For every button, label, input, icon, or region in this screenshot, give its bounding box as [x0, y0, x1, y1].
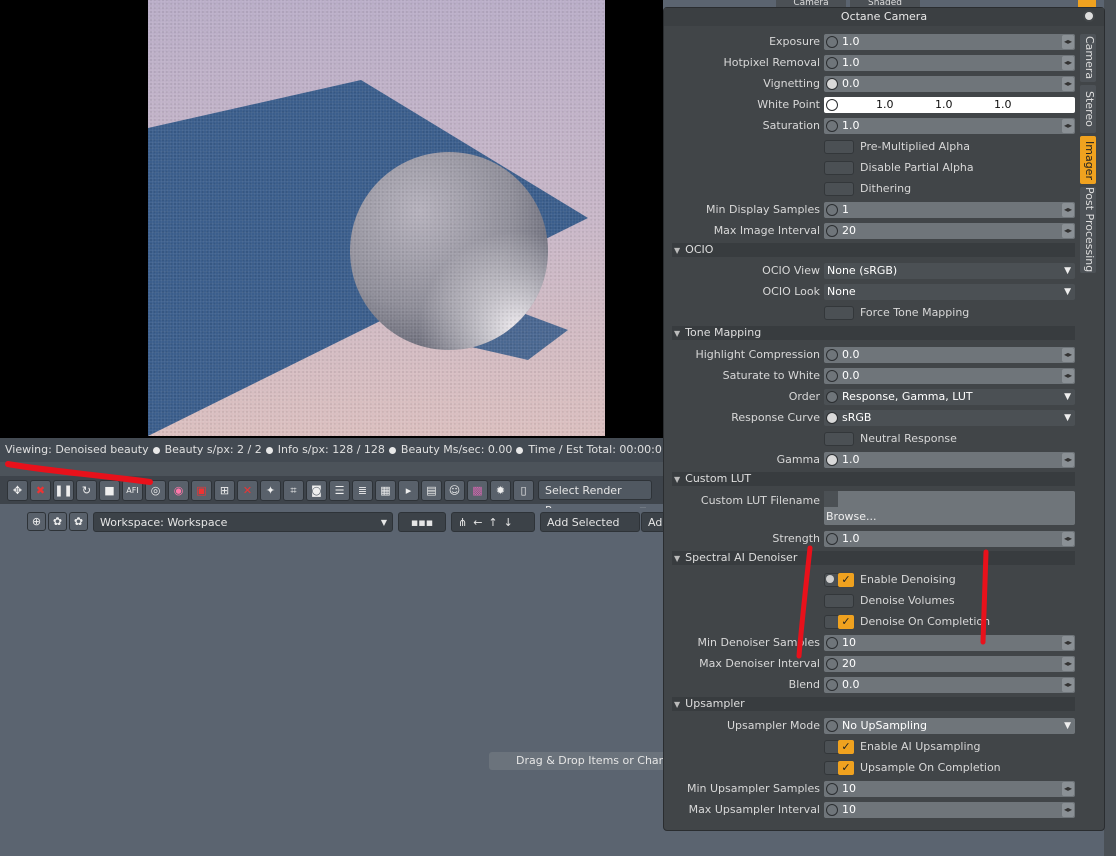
red-annotation-marks: [5, 461, 989, 659]
